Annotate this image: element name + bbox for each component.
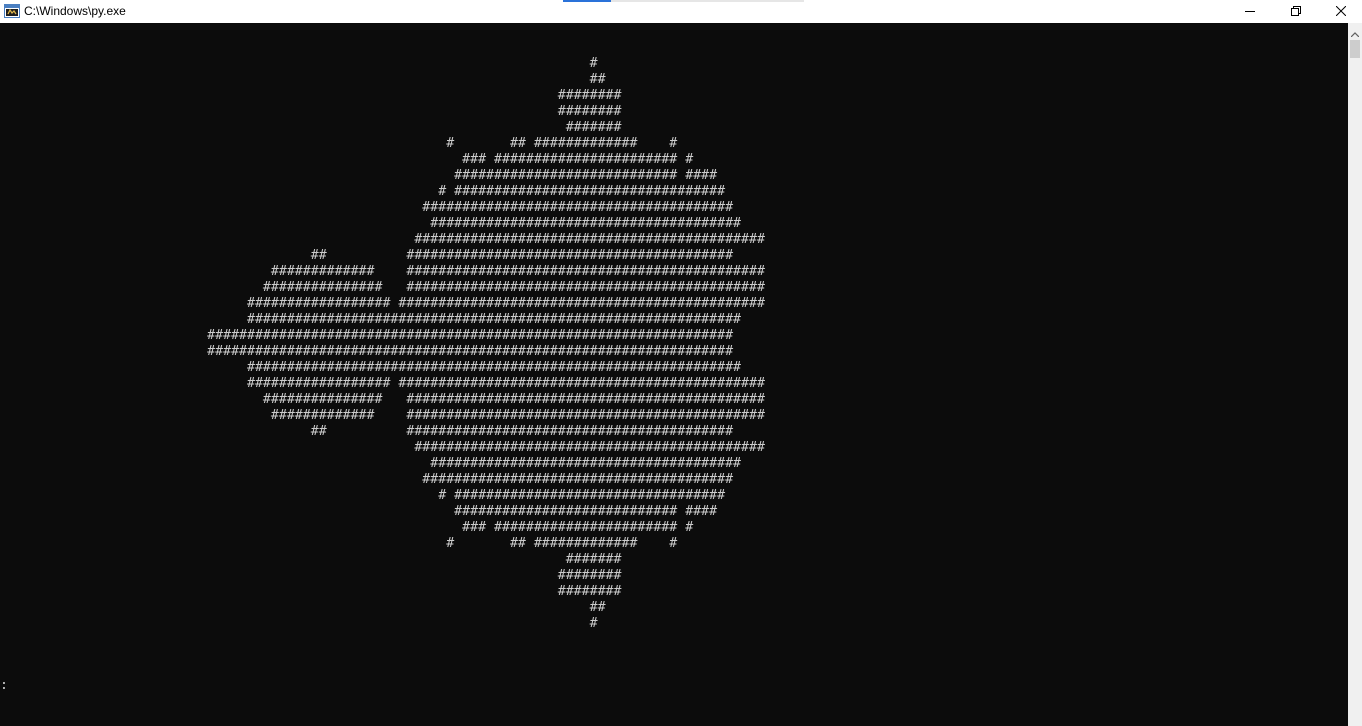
- console-line: ############################ ####: [0, 504, 718, 519]
- restore-button[interactable]: [1273, 0, 1319, 23]
- console-line: ############# ##########################…: [0, 408, 765, 423]
- close-icon: [1335, 3, 1346, 21]
- console-line: ## #####################################…: [0, 248, 734, 263]
- console-line: ########: [0, 88, 622, 103]
- console-line: ##: [0, 72, 606, 87]
- console-app-icon: [4, 4, 20, 18]
- console-line: ############# ##########################…: [0, 264, 765, 279]
- console-line: ########: [0, 584, 622, 599]
- console-line: ########################################…: [0, 328, 734, 343]
- console-line: ## #####################################…: [0, 424, 734, 439]
- scroll-thumb[interactable]: [1350, 40, 1360, 58]
- console-line: ############### ########################…: [0, 392, 765, 407]
- console-line: ### ####################### #: [0, 520, 694, 535]
- console-line: ########: [0, 568, 622, 583]
- console-line: ##: [0, 600, 606, 615]
- console-line: #######################################: [0, 472, 734, 487]
- console-line: ### ####################### #: [0, 152, 694, 167]
- console-line: # ##################################: [0, 184, 726, 199]
- console-line: ########################################…: [0, 360, 742, 375]
- console-line: #######: [0, 120, 622, 135]
- vertical-scrollbar[interactable]: [1348, 23, 1362, 726]
- console-line: #: [0, 56, 598, 71]
- console-line: ########################################…: [0, 344, 734, 359]
- minimize-button[interactable]: [1227, 0, 1273, 23]
- console-line: # ##################################: [0, 488, 726, 503]
- console-line: #######################################: [0, 456, 742, 471]
- console-line: ########################################…: [0, 312, 742, 327]
- window-title: C:\Windows\py.exe: [24, 4, 126, 18]
- console-line: # ## ############# #: [0, 536, 678, 551]
- console-line: ################## #####################…: [0, 376, 765, 391]
- console-line: ########################################…: [0, 232, 765, 247]
- title-accent-line-secondary: [611, 0, 804, 2]
- title-bar[interactable]: C:\Windows\py.exe: [0, 0, 1362, 23]
- ascii-art-output: # ## ######## ######## ####### # ## ####…: [0, 56, 765, 632]
- chevron-up-icon: [1350, 22, 1360, 41]
- console-prompt: :: [0, 678, 8, 693]
- console-line: #: [0, 616, 598, 631]
- console-output-area[interactable]: # ## ######## ######## ####### # ## ####…: [0, 23, 1348, 726]
- console-line: ########################################…: [0, 440, 765, 455]
- console-line: ############################ ####: [0, 168, 718, 183]
- title-accent-line: [563, 0, 611, 2]
- console-line: # ## ############# #: [0, 136, 678, 151]
- console-line: ########: [0, 104, 622, 119]
- console-line: #######################################: [0, 216, 742, 231]
- close-button[interactable]: [1319, 0, 1362, 23]
- scroll-up-button[interactable]: [1348, 23, 1362, 39]
- console-line: #######: [0, 552, 622, 567]
- console-line: ################## #####################…: [0, 296, 765, 311]
- console-line: #######################################: [0, 200, 734, 215]
- minimize-icon: [1245, 3, 1255, 21]
- console-line: ############### ########################…: [0, 280, 765, 295]
- restore-icon: [1291, 3, 1301, 21]
